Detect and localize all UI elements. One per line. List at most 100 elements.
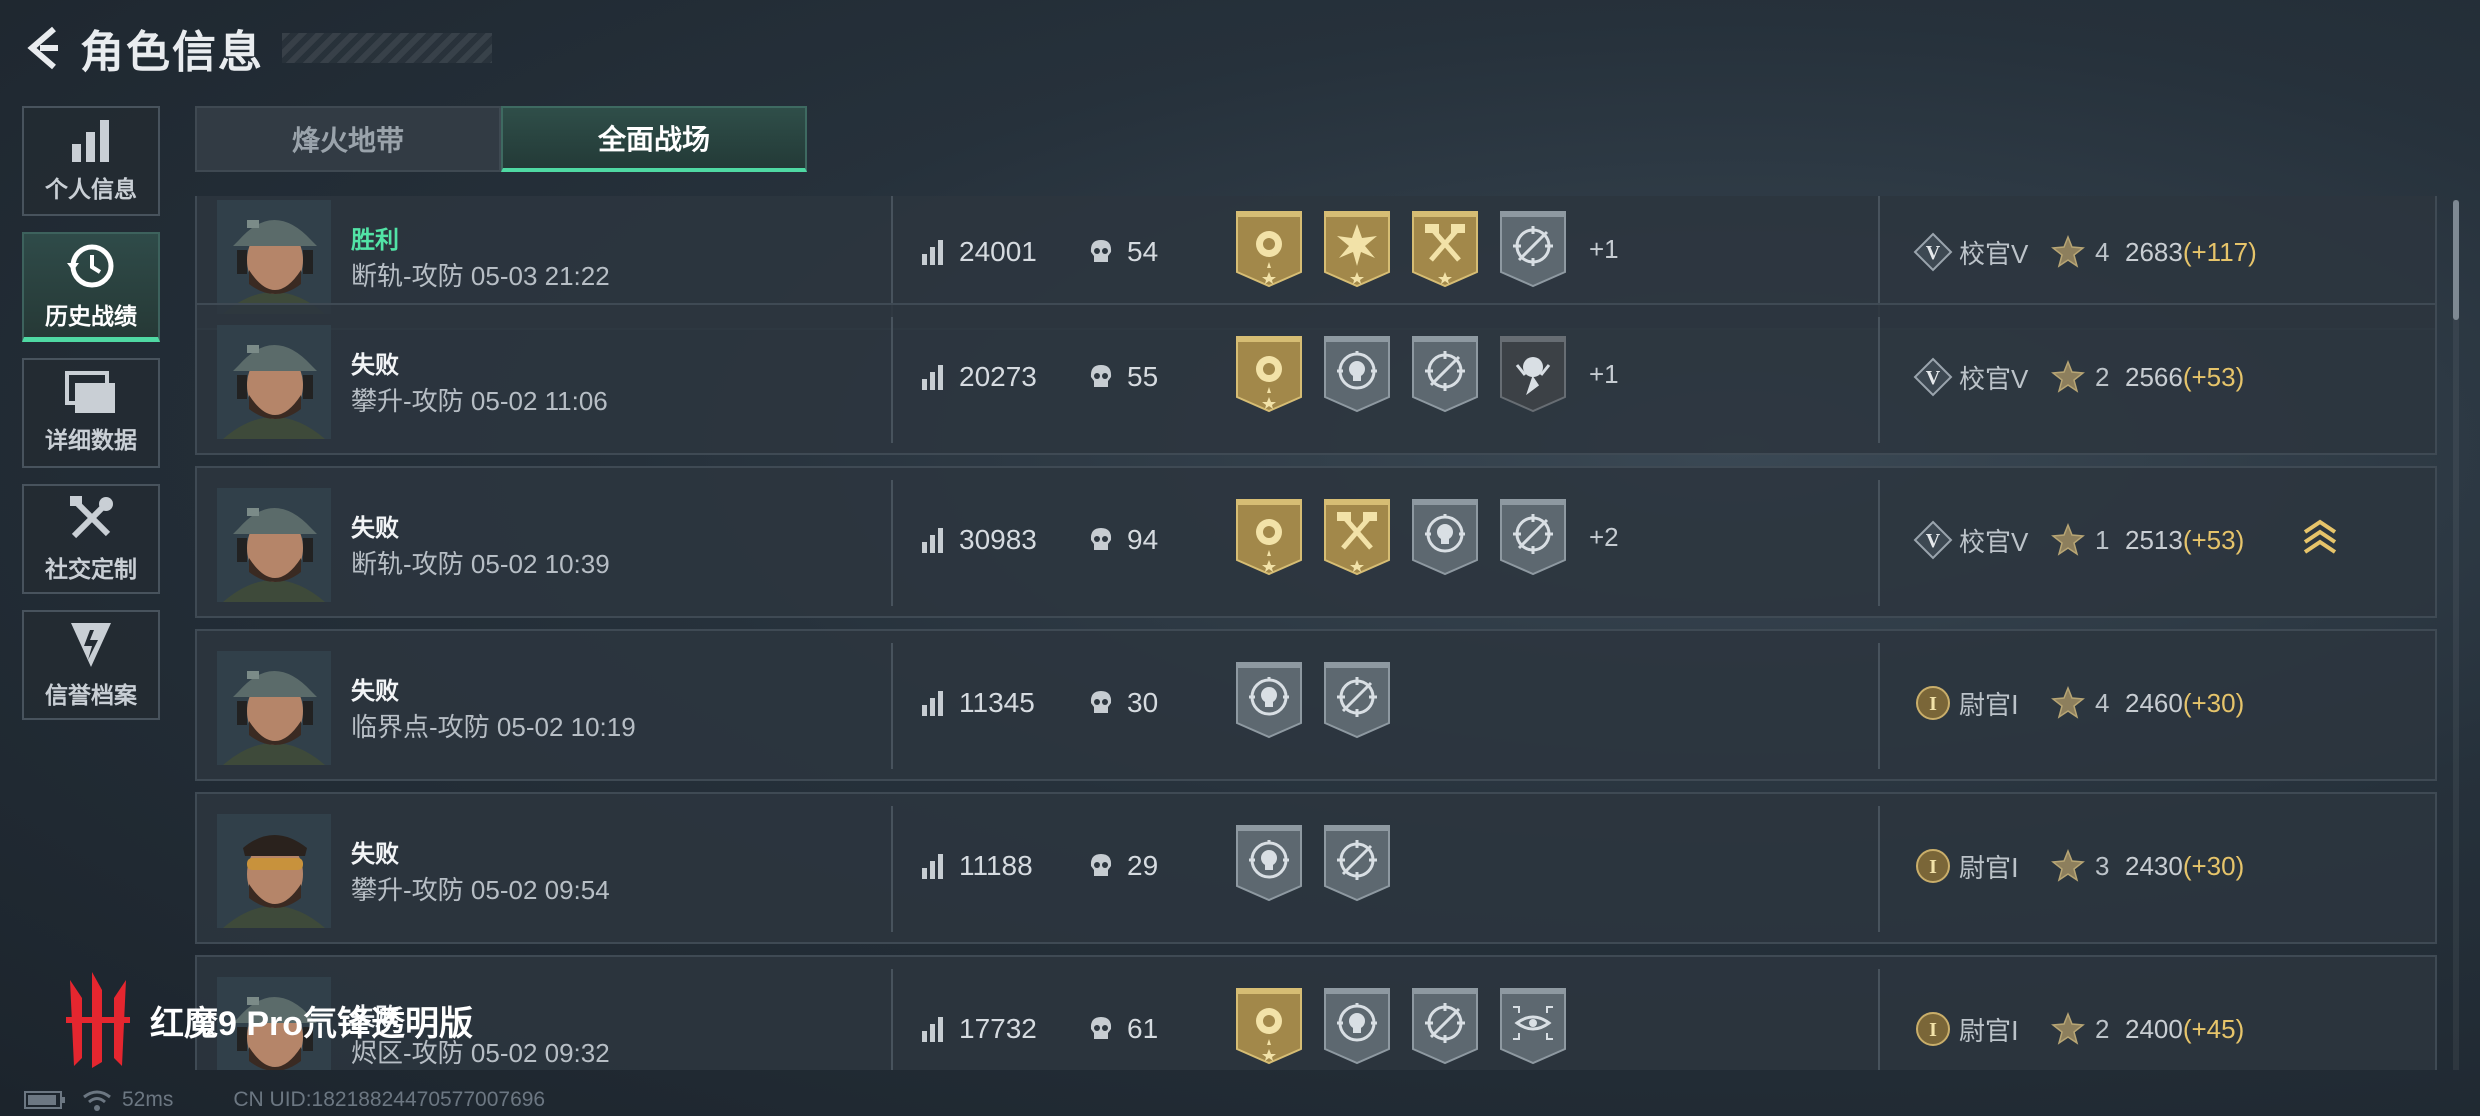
- svg-text:V: V: [1926, 242, 1941, 264]
- top-bar: 角色信息: [22, 18, 492, 78]
- svg-text:V: V: [1926, 530, 1941, 552]
- score-value: 11188: [959, 850, 1033, 881]
- wifi-icon: [83, 1090, 111, 1111]
- svg-text:I: I: [1929, 1019, 1937, 1041]
- rank-name: 尉官Ⅰ: [1959, 689, 2019, 720]
- rank-stars: 3: [2095, 850, 2110, 881]
- sidebar-item-social[interactable]: 社交定制: [22, 484, 160, 594]
- match-row[interactable]: 失败 临界点-攻防 05-02 10:19 11345 30 I 尉官Ⅰ 4 2…: [195, 629, 2437, 781]
- match-row[interactable]: 失败 攀升-攻防 05-02 09:54 11188 29 I 尉官Ⅰ 3 24…: [195, 792, 2437, 944]
- rank-emblem-icon: I: [1916, 686, 1950, 720]
- score-bars-icon: [922, 691, 943, 716]
- achievement-badge-gold-rose: [1236, 499, 1302, 576]
- column-divider: [891, 969, 893, 1070]
- score-stat: 11188: [921, 850, 1033, 882]
- sidebar-item-profile[interactable]: 个人信息: [22, 106, 160, 216]
- match-time: 05-02 09:32: [470, 1038, 610, 1068]
- avatar: [217, 200, 331, 314]
- rank-emblem-icon: V: [1913, 357, 1953, 397]
- ping-text: 52ms: [122, 1088, 174, 1111]
- tab-firezone[interactable]: 烽火地带: [195, 106, 501, 172]
- achievement-badge-gray-skull: [1412, 499, 1478, 576]
- back-button[interactable]: [22, 18, 66, 78]
- rank-points: 2430: [2125, 850, 2183, 881]
- red-magic-logo-icon: [66, 972, 130, 1068]
- score-bars-icon: [922, 240, 943, 265]
- kills-value: 94: [1127, 524, 1159, 555]
- score-value: 24001: [959, 236, 1037, 267]
- map-mode: 临界点-攻防: [351, 712, 490, 742]
- folders-icon: [65, 371, 115, 413]
- match-result: 失败: [351, 515, 399, 542]
- score-bars-icon: [922, 365, 943, 390]
- rank-info: V 校官V 2 2566 (+53): [1913, 357, 2244, 397]
- kills-value: 61: [1127, 1013, 1159, 1044]
- achievement-badge-gold-hammers: [1324, 499, 1390, 576]
- rank-points: 2460: [2125, 687, 2183, 718]
- column-divider: [1878, 969, 1880, 1070]
- achievement-badge-gray-skull: [1324, 988, 1390, 1065]
- rank-name: 校官V: [1959, 363, 2029, 394]
- kills-skull-icon: [1090, 854, 1112, 876]
- achievement-badge-gold-rose: [1236, 211, 1302, 288]
- rank-stars: 1: [2095, 524, 2110, 555]
- svg-text:I: I: [1929, 856, 1937, 878]
- achievement-badge-gold-hammers: [1412, 211, 1478, 288]
- promotion-chevron-icon: [2303, 519, 2337, 554]
- column-divider: [891, 643, 893, 769]
- achievement-badges: +1: [1235, 335, 1619, 413]
- svg-text:V: V: [1926, 367, 1941, 389]
- status-bar: 52ms CN UID:18218824470577007696: [24, 1088, 545, 1112]
- rank-star-icon: [2051, 360, 2085, 393]
- tab-fullbattlefield[interactable]: 全面战场: [501, 106, 807, 172]
- match-row[interactable]: 失败 烬区-攻防 05-02 09:32 17732 61 I 尉官Ⅰ 2 24…: [195, 955, 2437, 1070]
- achievement-badge-gold-burst: [1324, 211, 1390, 288]
- map-mode: 攀升-攻防: [351, 386, 464, 416]
- kills-stat: 29: [1089, 850, 1158, 882]
- rank-stars: 2: [2095, 361, 2110, 392]
- more-badges-count: +1: [1589, 233, 1619, 264]
- kills-skull-icon: [1090, 691, 1112, 713]
- column-divider: [891, 317, 893, 443]
- achievement-badges: [1235, 661, 1411, 739]
- match-history-list[interactable]: 胜利 断轨-攻防 05-03 21:22 24001 54 +1 V 校官V 4…: [195, 196, 2437, 1070]
- achievement-badge-gray-crosshair: [1412, 336, 1478, 413]
- rank-name: 校官V: [1959, 238, 2029, 269]
- match-result: 失败: [351, 841, 399, 868]
- list-scrollbar[interactable]: [2453, 200, 2459, 1070]
- avatar: [217, 488, 331, 602]
- sidebar-item-details[interactable]: 详细数据: [22, 358, 160, 468]
- sidebar-item-credit[interactable]: 信誉档案: [22, 610, 160, 720]
- scrollbar-thumb[interactable]: [2453, 200, 2459, 320]
- credit-shield-icon: [71, 623, 111, 667]
- score-stat: 11345: [921, 687, 1035, 719]
- match-time: 05-02 11:06: [470, 386, 608, 416]
- match-row[interactable]: 失败 攀升-攻防 05-02 11:06 20273 55 +1 V 校官V 2…: [195, 303, 2437, 455]
- kills-stat: 30: [1089, 687, 1158, 719]
- match-map-time: 断轨-攻防 05-02 10:39: [351, 544, 610, 581]
- column-divider: [1878, 806, 1880, 932]
- achievement-badge-gray-skull: [1324, 336, 1390, 413]
- score-stat: 30983: [921, 524, 1037, 556]
- score-value: 20273: [959, 361, 1037, 392]
- rank-star-icon: [2051, 1012, 2085, 1045]
- rank-star-icon: [2051, 849, 2085, 882]
- avatar: [217, 814, 331, 928]
- map-mode: 断轨-攻防: [351, 261, 464, 291]
- rank-info: I 尉官Ⅰ 3 2430 (+30): [1913, 846, 2244, 886]
- match-row[interactable]: 失败 断轨-攻防 05-02 10:39 30983 94 +2 V 校官V 1…: [195, 466, 2437, 618]
- kills-skull-icon: [1090, 528, 1112, 550]
- rank-info: I 尉官Ⅰ 4 2460 (+30): [1913, 683, 2244, 723]
- achievement-badges: [1235, 987, 1587, 1065]
- column-divider: [1878, 317, 1880, 443]
- bar-chart-icon: [72, 120, 109, 162]
- kills-skull-icon: [1090, 365, 1112, 387]
- kills-value: 55: [1127, 361, 1159, 392]
- match-result: 胜利: [351, 227, 399, 254]
- sidebar: 个人信息 历史战绩 详细数据 社交定制 信誉档案: [22, 106, 164, 736]
- sidebar-item-history[interactable]: 历史战绩: [22, 232, 160, 342]
- score-stat: 20273: [921, 361, 1037, 393]
- rank-info: V 校官V 4 2683 (+117): [1913, 232, 2257, 272]
- kills-skull-icon: [1090, 1017, 1112, 1039]
- rank-emblem-icon: I: [1916, 1012, 1950, 1046]
